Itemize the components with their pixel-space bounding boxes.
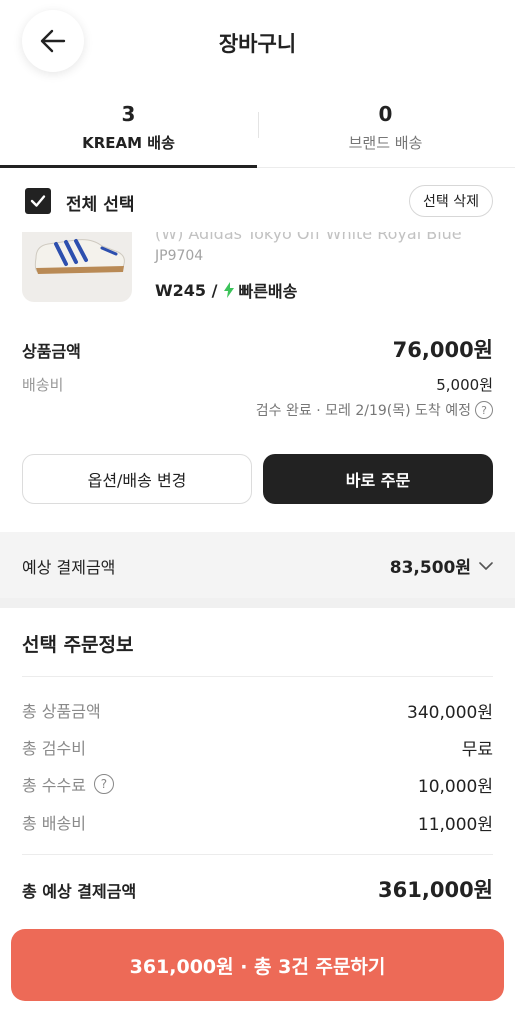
order-total-row: 총 예상 결제금액 361,000원 xyxy=(22,874,493,904)
cart-item: (W) Adidas Tokyo Off White Royal Blue JP… xyxy=(0,232,515,312)
order-info-value: 11,000원 xyxy=(417,815,493,835)
product-size: W245 / xyxy=(155,280,218,300)
order-info-value: 10,000원 xyxy=(417,777,493,797)
arrival-note: 검수 완료 · 모레 2/19(목) 도착 예정 xyxy=(255,403,471,419)
tab-count: 0 xyxy=(378,102,393,126)
product-image[interactable] xyxy=(22,232,132,302)
shipping-fee-value: 5,000원 xyxy=(436,376,493,394)
estimated-payment-label: 예상 결제금액 xyxy=(22,558,116,577)
tab-brand-delivery[interactable]: 0 브랜드 배송 xyxy=(257,96,514,167)
order-info-row: 총 상품금액 340,000원 xyxy=(22,698,493,724)
delete-selected-button[interactable]: 선택 삭제 xyxy=(409,185,493,217)
product-name[interactable]: (W) Adidas Tokyo Off White Royal Blue xyxy=(155,232,462,243)
order-total-label: 총 예상 결제금액 xyxy=(22,882,137,901)
chevron-down-icon[interactable] xyxy=(479,561,493,571)
order-info-label: 총 배송비 xyxy=(22,814,86,833)
select-all-label: 전체 선택 xyxy=(66,195,135,215)
order-info-value: 무료 xyxy=(461,740,493,760)
estimated-payment-wrap: 83,500원 xyxy=(390,553,493,578)
shipping-fee-label: 배송비 xyxy=(22,376,64,394)
order-info-label: 총 상품금액 xyxy=(22,702,101,721)
tab-label: 브랜드 배송 xyxy=(348,134,423,152)
header: 장바구니 xyxy=(0,0,515,84)
order-info-row: 총 배송비 11,000원 xyxy=(22,810,493,836)
check-icon xyxy=(30,195,46,207)
item-actions: 옵션/배송 변경 바로 주문 xyxy=(22,454,493,504)
order-total-value: 361,000원 xyxy=(378,878,493,902)
estimated-payment-row[interactable]: 예상 결제금액 83,500원 xyxy=(0,532,515,598)
order-info-label-wrap: 총 수수료 ? xyxy=(22,772,114,796)
tab-kream-delivery[interactable]: 3 KREAM 배송 xyxy=(0,96,257,168)
page-title: 장바구니 xyxy=(218,32,297,56)
order-now-button[interactable]: 바로 주문 xyxy=(263,454,493,504)
order-info-title: 선택 주문정보 xyxy=(22,634,134,656)
order-info-label: 총 검수비 xyxy=(22,739,86,758)
change-option-button[interactable]: 옵션/배송 변경 xyxy=(22,454,252,504)
order-info-value: 340,000원 xyxy=(407,703,493,723)
estimated-payment-value: 83,500원 xyxy=(389,558,471,578)
tab-label: KREAM 배송 xyxy=(82,134,175,152)
divider xyxy=(22,676,493,677)
shipping-fee-row: 배송비 5,000원 xyxy=(22,374,493,398)
sneaker-image xyxy=(34,239,125,274)
section-gap xyxy=(0,598,515,608)
checkout-button[interactable]: 361,000원 · 총 3건 주문하기 xyxy=(11,929,504,1001)
lightning-icon xyxy=(224,282,235,298)
fast-shipping-label: 빠른배송 xyxy=(238,282,298,301)
item-price-label: 상품금액 xyxy=(22,342,81,361)
product-option: W245 / 빠른배송 xyxy=(155,278,297,302)
question-circle-icon[interactable]: ? xyxy=(93,774,114,794)
tab-count: 3 xyxy=(121,102,136,126)
select-all-checkbox[interactable] xyxy=(25,188,51,214)
item-price-row: 상품금액 76,000원 xyxy=(22,334,493,364)
question-circle-icon[interactable]: ? xyxy=(475,401,493,419)
select-all-row: 전체 선택 선택 삭제 xyxy=(0,168,515,232)
order-info-row: 총 수수료 ? 10,000원 xyxy=(22,772,493,798)
item-price-value: 76,000원 xyxy=(392,338,493,362)
order-info-label: 총 수수료 xyxy=(22,776,86,795)
arrival-note-wrap: 검수 완료 · 모레 2/19(목) 도착 예정 ? xyxy=(256,400,493,420)
delivery-tabs: 3 KREAM 배송 0 브랜드 배송 xyxy=(0,96,515,168)
product-code: JP9704 xyxy=(155,248,204,264)
divider xyxy=(22,854,493,855)
arrival-row: 검수 완료 · 모레 2/19(목) 도착 예정 ? xyxy=(22,400,493,424)
order-info-row: 총 검수비 무료 xyxy=(22,735,493,761)
